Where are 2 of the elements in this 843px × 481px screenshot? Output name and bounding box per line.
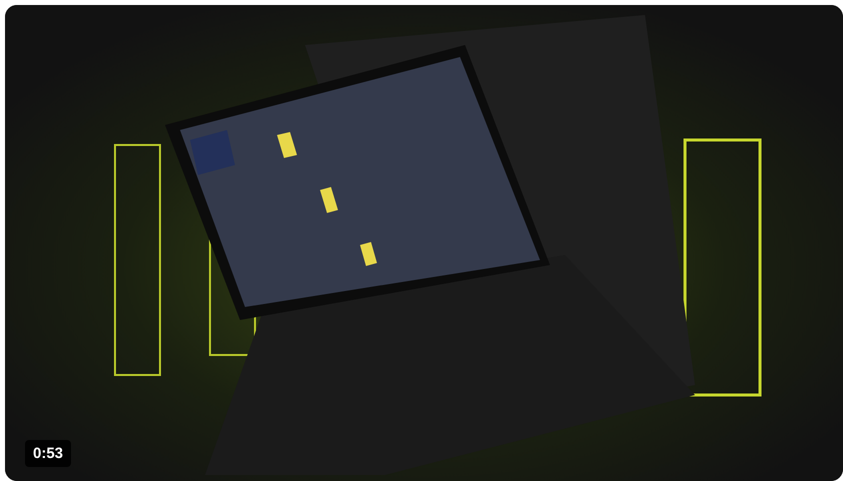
duration-badge: 0:53 (25, 440, 72, 467)
video-thumbnail[interactable]: 0:53 (5, 5, 843, 481)
